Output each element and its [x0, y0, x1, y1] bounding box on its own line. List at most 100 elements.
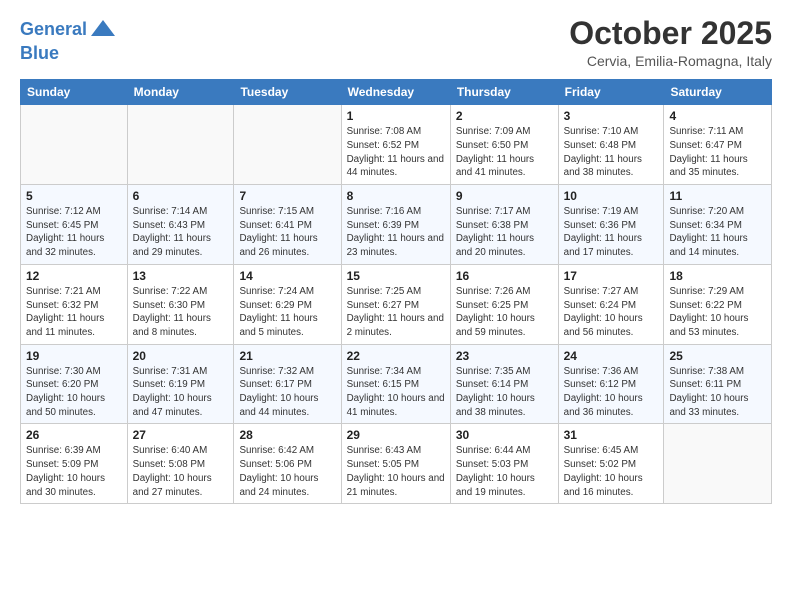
calendar-cell: 22 Sunrise: 7:34 AM Sunset: 6:15 PM Dayli… — [341, 344, 450, 424]
day-number: 5 — [26, 189, 122, 203]
day-info: Sunrise: 7:30 AM Sunset: 6:20 PM Dayligh… — [26, 365, 122, 420]
day-info: Sunrise: 7:19 AM Sunset: 6:36 PM Dayligh… — [564, 205, 659, 260]
day-number: 25 — [669, 349, 766, 363]
calendar-cell: 1 Sunrise: 7:08 AM Sunset: 6:52 PM Daylig… — [341, 105, 450, 185]
day-info: Sunrise: 7:25 AM Sunset: 6:27 PM Dayligh… — [347, 285, 445, 340]
day-info: Sunrise: 7:35 AM Sunset: 6:14 PM Dayligh… — [456, 365, 553, 420]
day-info: Sunrise: 6:39 AM Sunset: 5:09 PM Dayligh… — [26, 444, 122, 499]
day-info: Sunrise: 7:16 AM Sunset: 6:39 PM Dayligh… — [347, 205, 445, 260]
logo-text: General — [20, 20, 87, 40]
day-info: Sunrise: 7:24 AM Sunset: 6:29 PM Dayligh… — [239, 285, 335, 340]
day-info: Sunrise: 7:10 AM Sunset: 6:48 PM Dayligh… — [564, 125, 659, 180]
day-info: Sunrise: 7:36 AM Sunset: 6:12 PM Dayligh… — [564, 365, 659, 420]
calendar-table: SundayMondayTuesdayWednesdayThursdayFrid… — [20, 79, 772, 504]
day-number: 20 — [133, 349, 229, 363]
day-number: 13 — [133, 269, 229, 283]
day-number: 2 — [456, 109, 553, 123]
day-info: Sunrise: 6:44 AM Sunset: 5:03 PM Dayligh… — [456, 444, 553, 499]
calendar-cell: 9 Sunrise: 7:17 AM Sunset: 6:38 PM Daylig… — [450, 185, 558, 265]
day-number: 17 — [564, 269, 659, 283]
day-info: Sunrise: 7:15 AM Sunset: 6:41 PM Dayligh… — [239, 205, 335, 260]
day-info: Sunrise: 6:45 AM Sunset: 5:02 PM Dayligh… — [564, 444, 659, 499]
day-number: 30 — [456, 428, 553, 442]
calendar-week-4: 19Sunrise: 7:30 AM Sunset: 6:20 PM Dayli… — [21, 344, 772, 424]
day-number: 8 — [347, 189, 445, 203]
day-info: Sunrise: 6:40 AM Sunset: 5:08 PM Dayligh… — [133, 444, 229, 499]
calendar-cell: 16Sunrise: 7:26 AM Sunset: 6:25 PM Dayli… — [450, 264, 558, 344]
calendar-week-1: 1 Sunrise: 7:08 AM Sunset: 6:52 PM Daylig… — [21, 105, 772, 185]
day-info: Sunrise: 7:17 AM Sunset: 6:38 PM Dayligh… — [456, 205, 553, 260]
header: General Blue October 2025 Cervia, Emilia… — [20, 16, 772, 69]
day-number: 18 — [669, 269, 766, 283]
col-header-friday: Friday — [558, 80, 664, 105]
day-number: 9 — [456, 189, 553, 203]
logo-line1: General — [20, 19, 87, 39]
calendar-page: General Blue October 2025 Cervia, Emilia… — [0, 0, 792, 612]
calendar-cell: 15 Sunrise: 7:25 AM Sunset: 6:27 PM Dayli… — [341, 264, 450, 344]
title-block: October 2025 Cervia, Emilia-Romagna, Ita… — [569, 16, 772, 69]
day-number: 10 — [564, 189, 659, 203]
calendar-cell: 28 Sunrise: 6:42 AM Sunset: 5:06 PM Dayli… — [234, 424, 341, 504]
calendar-cell: 11Sunrise: 7:20 AM Sunset: 6:34 PM Dayli… — [664, 185, 772, 265]
col-header-wednesday: Wednesday — [341, 80, 450, 105]
calendar-cell: 17Sunrise: 7:27 AM Sunset: 6:24 PM Dayli… — [558, 264, 664, 344]
day-number: 23 — [456, 349, 553, 363]
day-info: Sunrise: 7:29 AM Sunset: 6:22 PM Dayligh… — [669, 285, 766, 340]
day-info: Sunrise: 7:14 AM Sunset: 6:43 PM Dayligh… — [133, 205, 229, 260]
col-header-thursday: Thursday — [450, 80, 558, 105]
day-number: 7 — [239, 189, 335, 203]
day-number: 24 — [564, 349, 659, 363]
calendar-cell: 13Sunrise: 7:22 AM Sunset: 6:30 PM Dayli… — [127, 264, 234, 344]
day-info: Sunrise: 7:21 AM Sunset: 6:32 PM Dayligh… — [26, 285, 122, 340]
calendar-cell: 7 Sunrise: 7:15 AM Sunset: 6:41 PM Daylig… — [234, 185, 341, 265]
month-title: October 2025 — [569, 16, 772, 51]
day-number: 22 — [347, 349, 445, 363]
calendar-cell: 6 Sunrise: 7:14 AM Sunset: 6:43 PM Daylig… — [127, 185, 234, 265]
day-info: Sunrise: 7:20 AM Sunset: 6:34 PM Dayligh… — [669, 205, 766, 260]
day-info: Sunrise: 7:12 AM Sunset: 6:45 PM Dayligh… — [26, 205, 122, 260]
calendar-cell: 12 Sunrise: 7:21 AM Sunset: 6:32 PM Dayli… — [21, 264, 128, 344]
day-number: 26 — [26, 428, 122, 442]
calendar-cell: 18 Sunrise: 7:29 AM Sunset: 6:22 PM Dayli… — [664, 264, 772, 344]
location-subtitle: Cervia, Emilia-Romagna, Italy — [569, 53, 772, 69]
calendar-cell: 19Sunrise: 7:30 AM Sunset: 6:20 PM Dayli… — [21, 344, 128, 424]
day-info: Sunrise: 7:11 AM Sunset: 6:47 PM Dayligh… — [669, 125, 766, 180]
calendar-header-row: SundayMondayTuesdayWednesdayThursdayFrid… — [21, 80, 772, 105]
day-number: 29 — [347, 428, 445, 442]
day-info: Sunrise: 7:31 AM Sunset: 6:19 PM Dayligh… — [133, 365, 229, 420]
day-number: 6 — [133, 189, 229, 203]
day-number: 27 — [133, 428, 229, 442]
day-number: 12 — [26, 269, 122, 283]
day-number: 15 — [347, 269, 445, 283]
day-number: 21 — [239, 349, 335, 363]
day-number: 31 — [564, 428, 659, 442]
col-header-tuesday: Tuesday — [234, 80, 341, 105]
day-info: Sunrise: 6:43 AM Sunset: 5:05 PM Dayligh… — [347, 444, 445, 499]
col-header-sunday: Sunday — [21, 80, 128, 105]
calendar-cell: 14 Sunrise: 7:24 AM Sunset: 6:29 PM Dayli… — [234, 264, 341, 344]
day-info: Sunrise: 7:32 AM Sunset: 6:17 PM Dayligh… — [239, 365, 335, 420]
calendar-cell: 23 Sunrise: 7:35 AM Sunset: 6:14 PM Dayli… — [450, 344, 558, 424]
logo-line2: Blue — [20, 44, 117, 64]
day-number: 1 — [347, 109, 445, 123]
day-number: 3 — [564, 109, 659, 123]
calendar-cell: 26 Sunrise: 6:39 AM Sunset: 5:09 PM Dayli… — [21, 424, 128, 504]
calendar-cell: 20 Sunrise: 7:31 AM Sunset: 6:19 PM Dayli… — [127, 344, 234, 424]
calendar-cell: 10 Sunrise: 7:19 AM Sunset: 6:36 PM Dayli… — [558, 185, 664, 265]
calendar-cell — [127, 105, 234, 185]
day-info: Sunrise: 6:42 AM Sunset: 5:06 PM Dayligh… — [239, 444, 335, 499]
calendar-cell: 27 Sunrise: 6:40 AM Sunset: 5:08 PM Dayli… — [127, 424, 234, 504]
day-number: 28 — [239, 428, 335, 442]
day-number: 14 — [239, 269, 335, 283]
calendar-cell — [21, 105, 128, 185]
calendar-cell: 31 Sunrise: 6:45 AM Sunset: 5:02 PM Dayli… — [558, 424, 664, 504]
calendar-week-5: 26 Sunrise: 6:39 AM Sunset: 5:09 PM Dayli… — [21, 424, 772, 504]
day-number: 4 — [669, 109, 766, 123]
day-info: Sunrise: 7:34 AM Sunset: 6:15 PM Dayligh… — [347, 365, 445, 420]
calendar-cell: 25Sunrise: 7:38 AM Sunset: 6:11 PM Dayli… — [664, 344, 772, 424]
day-info: Sunrise: 7:08 AM Sunset: 6:52 PM Dayligh… — [347, 125, 445, 180]
calendar-cell: 30 Sunrise: 6:44 AM Sunset: 5:03 PM Dayli… — [450, 424, 558, 504]
calendar-cell: 21 Sunrise: 7:32 AM Sunset: 6:17 PM Dayli… — [234, 344, 341, 424]
calendar-cell: 5 Sunrise: 7:12 AM Sunset: 6:45 PM Daylig… — [21, 185, 128, 265]
day-number: 16 — [456, 269, 553, 283]
